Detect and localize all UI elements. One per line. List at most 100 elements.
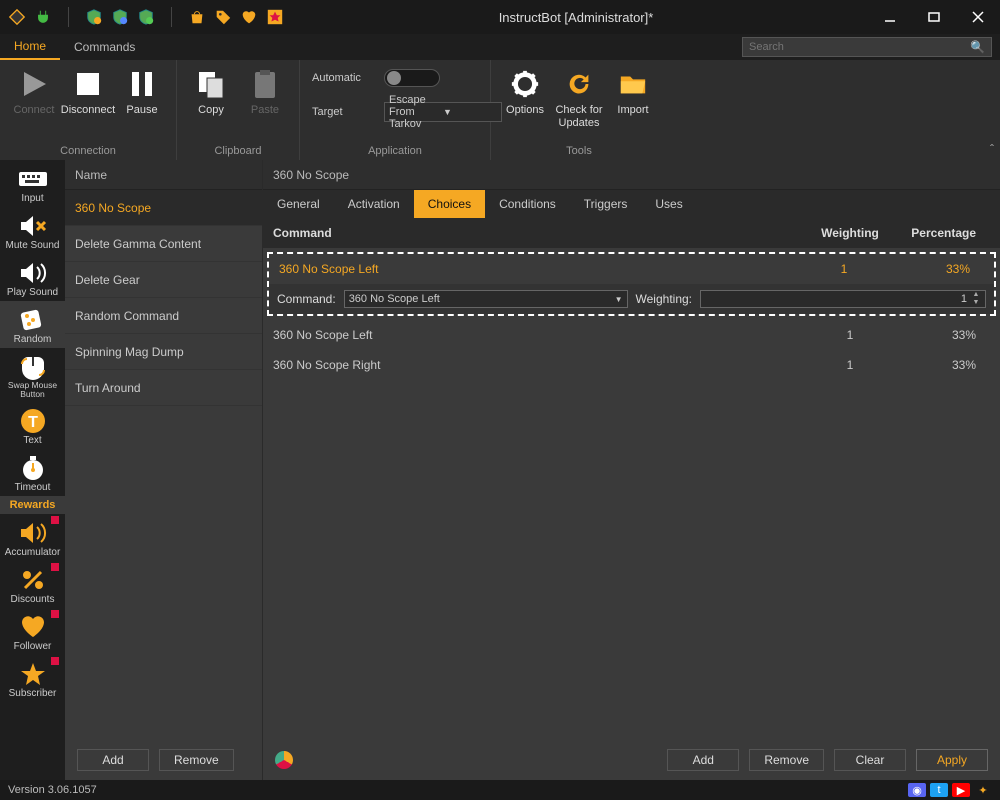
version-label: Version 3.06.1057: [8, 784, 97, 796]
close-button[interactable]: [956, 0, 1000, 34]
spin-up-icon[interactable]: ▲: [971, 291, 981, 299]
speaker-icon: [17, 259, 49, 287]
options-button[interactable]: Options: [499, 64, 551, 132]
rail-item-play-sound[interactable]: Play Sound: [0, 254, 65, 301]
title-bar: InstructBot [Administrator]*: [0, 0, 1000, 34]
app-small-icon[interactable]: ✦: [974, 783, 992, 797]
tag-icon[interactable]: [214, 8, 232, 26]
rail-item-accumulator[interactable]: Accumulator: [0, 514, 65, 561]
ribbon-group-clipboard: Copy Paste Clipboard: [177, 60, 300, 160]
ribbon-collapse-button[interactable]: ˆ: [990, 142, 994, 156]
window-title: InstructBot [Administrator]*: [284, 10, 868, 25]
table-row[interactable]: 360 No Scope Left 1 33%: [263, 320, 1000, 350]
col-weighting[interactable]: Weighting: [800, 226, 900, 240]
clear-button[interactable]: Clear: [834, 749, 906, 771]
heart-icon[interactable]: [240, 8, 258, 26]
command-list-panel: Name 360 No Scope Delete Gamma Content D…: [65, 160, 263, 780]
tab-triggers[interactable]: Triggers: [570, 190, 642, 218]
copy-icon: [195, 68, 227, 100]
connect-button[interactable]: Connect: [8, 64, 60, 132]
discord-icon[interactable]: ◉: [908, 783, 926, 797]
command-list: 360 No Scope Delete Gamma Content Delete…: [65, 190, 262, 740]
dice-icon: [17, 306, 49, 334]
content-title: 360 No Scope: [263, 160, 1000, 190]
search-icon[interactable]: 🔍: [970, 40, 985, 54]
add-command-button[interactable]: Add: [77, 749, 149, 771]
list-item[interactable]: 360 No Scope: [65, 190, 262, 226]
tab-uses[interactable]: Uses: [641, 190, 696, 218]
bag-orange-icon[interactable]: [188, 8, 206, 26]
list-item[interactable]: Random Command: [65, 298, 262, 334]
maximize-button[interactable]: [912, 0, 956, 34]
text-icon: T: [17, 407, 49, 435]
editor-command-select[interactable]: 360 No Scope Left ▼: [344, 290, 628, 308]
tab-home[interactable]: Home: [0, 34, 60, 60]
rail-item-text[interactable]: T Text: [0, 402, 65, 449]
add-choice-button[interactable]: Add: [667, 749, 739, 771]
check-updates-button[interactable]: Check for Updates: [553, 64, 605, 132]
svg-text:T: T: [28, 414, 38, 431]
heart-icon: [17, 613, 49, 641]
rail-header-rewards: Rewards: [0, 496, 65, 514]
play-icon: [18, 68, 50, 100]
rail-item-follower[interactable]: Follower: [0, 608, 65, 655]
tab-conditions[interactable]: Conditions: [485, 190, 570, 218]
search-input[interactable]: [749, 41, 970, 53]
editor-weighting-input[interactable]: 1 ▲▼: [700, 290, 986, 308]
ribbon-group-label: Clipboard: [177, 145, 299, 160]
rail-item-random[interactable]: Random: [0, 301, 65, 348]
ribbon-group-label: Tools: [491, 145, 667, 160]
remove-choice-button[interactable]: Remove: [749, 749, 824, 771]
shield-icon-1[interactable]: [85, 8, 103, 26]
remove-command-button[interactable]: Remove: [159, 749, 234, 771]
tab-activation[interactable]: Activation: [334, 190, 414, 218]
ribbon-group-tools: Options Check for Updates Import Tools: [491, 60, 667, 160]
target-select[interactable]: Escape From Tarkov ▼: [384, 102, 502, 122]
app-icon: [8, 8, 26, 26]
mouse-icon: [17, 353, 49, 381]
list-item[interactable]: Delete Gamma Content: [65, 226, 262, 262]
editor-weighting-label: Weighting:: [636, 292, 692, 306]
rail-item-timeout[interactable]: Timeout: [0, 449, 65, 496]
pause-button[interactable]: Pause: [116, 64, 168, 132]
automatic-toggle[interactable]: [384, 69, 440, 87]
list-item[interactable]: Spinning Mag Dump: [65, 334, 262, 370]
percent-icon: [17, 566, 49, 594]
shield-icon-3[interactable]: [137, 8, 155, 26]
import-button[interactable]: Import: [607, 64, 659, 132]
badge-icon: [51, 610, 59, 618]
spin-down-icon[interactable]: ▼: [971, 299, 981, 307]
selected-row-highlight: 360 No Scope Left 1 33% Command: 360 No …: [267, 252, 996, 316]
col-command[interactable]: Command: [263, 226, 800, 240]
minimize-button[interactable]: [868, 0, 912, 34]
star-icon: [17, 660, 49, 688]
rail-item-input[interactable]: Input: [0, 160, 65, 207]
list-item[interactable]: Turn Around: [65, 370, 262, 406]
rail-item-discounts[interactable]: Discounts: [0, 561, 65, 608]
col-percentage[interactable]: Percentage: [900, 226, 1000, 240]
shield-icon-2[interactable]: [111, 8, 129, 26]
rail-item-swap-mouse[interactable]: Swap Mouse Button: [0, 348, 65, 402]
star-sq-icon[interactable]: [266, 8, 284, 26]
ribbon: Connect Disconnect Pause Connection Copy…: [0, 60, 1000, 160]
disconnect-button[interactable]: Disconnect: [62, 64, 114, 132]
twitter-icon[interactable]: t: [930, 783, 948, 797]
target-label: Target: [312, 106, 372, 118]
youtube-icon[interactable]: ▶: [952, 783, 970, 797]
list-item[interactable]: Delete Gear: [65, 262, 262, 298]
rail-item-mute[interactable]: Mute Sound: [0, 207, 65, 254]
apply-button[interactable]: Apply: [916, 749, 988, 771]
ribbon-group-label: Application: [300, 145, 490, 160]
plug-icon[interactable]: [34, 8, 52, 26]
search-box[interactable]: 🔍: [742, 37, 992, 57]
paste-button[interactable]: Paste: [239, 64, 291, 132]
tab-general[interactable]: General: [263, 190, 334, 218]
tab-commands[interactable]: Commands: [60, 34, 149, 60]
copy-button[interactable]: Copy: [185, 64, 237, 132]
tab-choices[interactable]: Choices: [414, 190, 485, 218]
rail-item-subscriber[interactable]: Subscriber: [0, 655, 65, 702]
table-row[interactable]: 360 No Scope Right 1 33%: [263, 350, 1000, 380]
pie-chart-icon[interactable]: [275, 751, 293, 769]
table-row[interactable]: 360 No Scope Left 1 33%: [269, 254, 994, 284]
chevron-down-icon: ▼: [443, 107, 497, 117]
